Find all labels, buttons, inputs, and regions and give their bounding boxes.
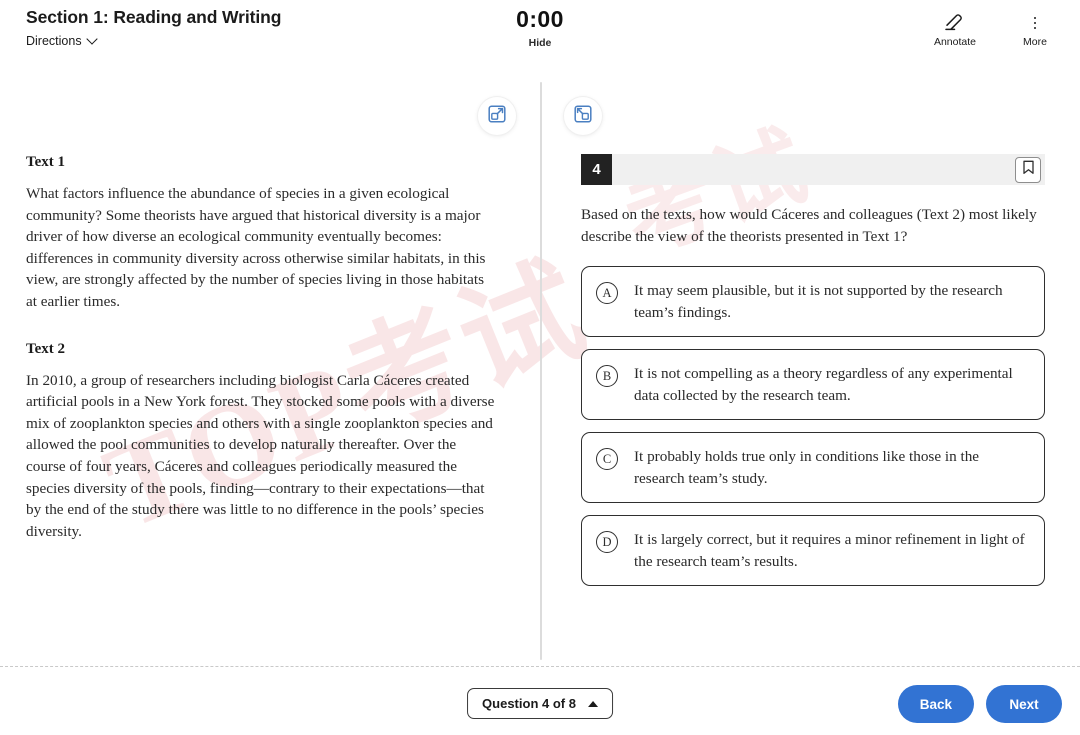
answer-choices-list: A It may seem plausible, but it is not s…	[581, 266, 1045, 586]
footer-nav-buttons: Back Next	[897, 685, 1062, 723]
answer-choice-b[interactable]: B It is not compelling as a theory regar…	[581, 349, 1045, 420]
passage-pane: Text 1 What factors influence the abunda…	[26, 154, 496, 542]
choice-letter-d: D	[596, 531, 618, 553]
expand-right-pane-button[interactable]	[564, 97, 602, 135]
bookmark-icon	[1022, 160, 1035, 180]
answer-choice-c[interactable]: C It probably holds true only in conditi…	[581, 432, 1045, 503]
passage-block-text1: Text 1 What factors influence the abunda…	[26, 154, 496, 313]
annotate-button[interactable]: Annotate	[928, 13, 982, 48]
more-label: More	[1023, 36, 1047, 48]
text1-heading: Text 1	[26, 154, 66, 170]
choice-letter-c: C	[596, 448, 618, 470]
text2-body: In 2010, a group of researchers includin…	[26, 371, 495, 540]
question-header-strip: 4	[581, 154, 1045, 185]
choice-text-b: It is not compelling as a theory regardl…	[634, 365, 1013, 404]
next-button[interactable]: Next	[986, 685, 1062, 723]
content-area: Text 1 What factors influence the abunda…	[0, 70, 1080, 665]
expand-panel-icon	[488, 104, 506, 128]
collapse-panel-icon	[574, 104, 592, 128]
question-number-badge: 4	[581, 154, 612, 185]
choice-text-a: It may seem plausible, but it is not sup…	[634, 282, 1003, 321]
choice-letter-a: A	[596, 282, 618, 304]
passage-block-text2: Text 2 In 2010, a group of researchers i…	[26, 341, 496, 543]
back-button[interactable]: Back	[897, 685, 974, 723]
choice-text-c: It probably holds true only in condition…	[634, 448, 980, 487]
bookmark-button[interactable]	[1015, 156, 1041, 183]
question-navigator-button[interactable]: Question 4 of 8	[467, 688, 613, 719]
app-footer: Question 4 of 8 Back Next	[0, 667, 1080, 735]
countdown-timer: 0:00	[516, 6, 564, 32]
more-button[interactable]: More	[1008, 13, 1062, 48]
more-vertical-icon	[1008, 13, 1062, 33]
hide-timer-button[interactable]: Hide	[529, 37, 552, 49]
header-center-group: 0:00 Hide	[0, 6, 1080, 51]
answer-choice-a[interactable]: A It may seem plausible, but it is not s…	[581, 266, 1045, 337]
app-header: Section 1: Reading and Writing Direction…	[0, 0, 1080, 70]
header-right-group: Annotate More	[928, 13, 1062, 48]
choice-letter-b: B	[596, 365, 618, 387]
test-app-window: TOP考试 考试 Section 1: Reading and Writing …	[0, 0, 1080, 735]
question-pane: 4 Based on the texts, how would Cáceres …	[581, 154, 1045, 598]
annotate-label: Annotate	[933, 36, 977, 48]
answer-choice-d[interactable]: D It is largely correct, but it requires…	[581, 515, 1045, 586]
question-navigator-label: Question 4 of 8	[482, 696, 576, 711]
question-prompt: Based on the texts, how would Cáceres an…	[581, 206, 1037, 245]
expand-left-pane-button[interactable]	[478, 97, 516, 135]
text2-heading: Text 2	[26, 340, 66, 357]
caret-up-icon	[587, 700, 598, 707]
pane-resize-handle[interactable]	[540, 82, 542, 660]
annotate-pen-icon	[928, 13, 982, 33]
text1-body: What factors influence the abundance of …	[26, 185, 486, 310]
choice-text-d: It is largely correct, but it requires a…	[634, 531, 1025, 570]
